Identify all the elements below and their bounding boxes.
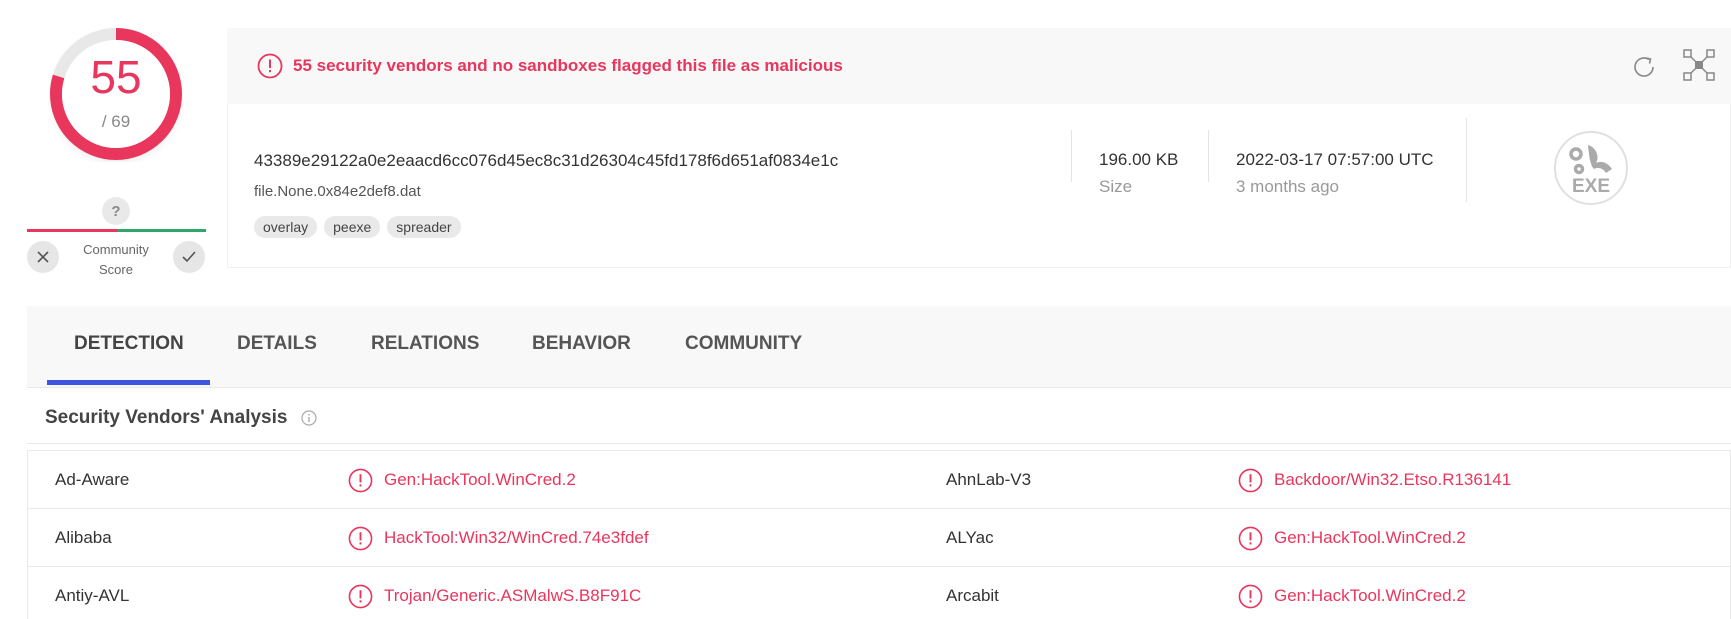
- alert-circle-icon: [348, 526, 373, 551]
- detection-banner: 55 security vendors and no sandboxes fla…: [227, 28, 1731, 104]
- divider: [1466, 118, 1467, 202]
- detection-message: 55 security vendors and no sandboxes fla…: [293, 56, 843, 75]
- check-icon: [182, 251, 196, 263]
- file-info-card: 43389e29122a0e2eaacd6cc076d45ec8c31d2630…: [227, 104, 1731, 268]
- community-score-bar: [27, 229, 206, 232]
- x-icon: [37, 251, 49, 263]
- community-score-unknown: ?: [102, 197, 130, 225]
- alert-circle-icon: [1238, 468, 1263, 493]
- analysis-date-value: 2022-03-17 07:57:00 UTC: [1236, 150, 1434, 169]
- vendor-result[interactable]: Trojan/Generic.ASMalwS.B8F91C: [384, 586, 641, 606]
- analysis-date-relative: 3 months ago: [1236, 177, 1340, 196]
- exe-file-type-icon: EXE: [1554, 131, 1628, 205]
- vendor-row: Alibaba HackTool:Win32/WinCred.74e3fdef …: [28, 509, 1730, 567]
- file-size-label: Size: [1099, 177, 1133, 196]
- alert-circle-icon: [348, 584, 373, 609]
- vendor-name: Arcabit: [946, 586, 999, 605]
- vote-harmless-button[interactable]: [173, 241, 205, 273]
- exe-label: EXE: [1572, 176, 1610, 197]
- graph-icon[interactable]: [1682, 48, 1716, 82]
- report-tabs: DETECTION DETAILS RELATIONS BEHAVIOR COM…: [27, 306, 1731, 388]
- file-name: file.None.0x84e2def8.dat: [254, 183, 421, 200]
- reload-icon[interactable]: [1629, 52, 1659, 82]
- tab-detection[interactable]: DETECTION: [74, 333, 184, 355]
- vendor-name: ALYac: [946, 528, 994, 547]
- vendor-result[interactable]: Gen:HackTool.WinCred.2: [384, 470, 576, 490]
- section-title: Security Vendors' Analysis: [45, 407, 288, 428]
- alert-circle-icon: [348, 468, 373, 493]
- vote-malicious-button[interactable]: [27, 241, 59, 273]
- tab-details[interactable]: DETAILS: [237, 333, 317, 355]
- file-size-value: 196.00 KB: [1099, 150, 1179, 169]
- tab-community[interactable]: COMMUNITY: [685, 333, 802, 355]
- info-icon[interactable]: [301, 410, 317, 426]
- alert-circle-icon: [1238, 584, 1263, 609]
- vendor-name: Ad-Aware: [55, 470, 130, 489]
- community-score-label: Community Score: [83, 242, 149, 277]
- divider: [27, 443, 1731, 444]
- vendor-result[interactable]: Backdoor/Win32.Etso.R136141: [1274, 470, 1511, 490]
- detection-score-gauge: 55 / 69: [48, 26, 184, 162]
- vendor-name: Alibaba: [55, 528, 112, 547]
- engine-total: / 69: [101, 112, 131, 131]
- active-tab-indicator: [47, 380, 210, 385]
- alert-circle-icon: [1238, 526, 1263, 551]
- vendor-result[interactable]: Gen:HackTool.WinCred.2: [1274, 586, 1466, 606]
- vendor-results-table: Ad-Aware Gen:HackTool.WinCred.2 AhnLab-V…: [27, 450, 1731, 619]
- file-hash[interactable]: 43389e29122a0e2eaacd6cc076d45ec8c31d2630…: [254, 151, 838, 171]
- vendor-name: AhnLab-V3: [946, 470, 1032, 489]
- vendor-name: Antiy-AVL: [55, 586, 130, 605]
- alert-circle-icon: [257, 53, 283, 79]
- vendor-result[interactable]: Gen:HackTool.WinCred.2: [1274, 528, 1466, 548]
- vendor-row: Ad-Aware Gen:HackTool.WinCred.2 AhnLab-V…: [28, 451, 1730, 509]
- tag-chip[interactable]: overlay: [254, 216, 318, 238]
- tag-chip[interactable]: spreader: [387, 216, 461, 238]
- file-tags: overlay peexe spreader: [254, 216, 461, 238]
- tag-chip[interactable]: peexe: [324, 216, 381, 238]
- detection-count: 55: [90, 51, 142, 103]
- vendor-result[interactable]: HackTool:Win32/WinCred.74e3fdef: [384, 528, 649, 548]
- tab-behavior[interactable]: BEHAVIOR: [532, 333, 631, 355]
- divider: [1208, 130, 1209, 182]
- divider: [1071, 130, 1072, 182]
- vendor-row: Antiy-AVL Trojan/Generic.ASMalwS.B8F91C …: [28, 567, 1730, 619]
- tab-relations[interactable]: RELATIONS: [371, 333, 479, 355]
